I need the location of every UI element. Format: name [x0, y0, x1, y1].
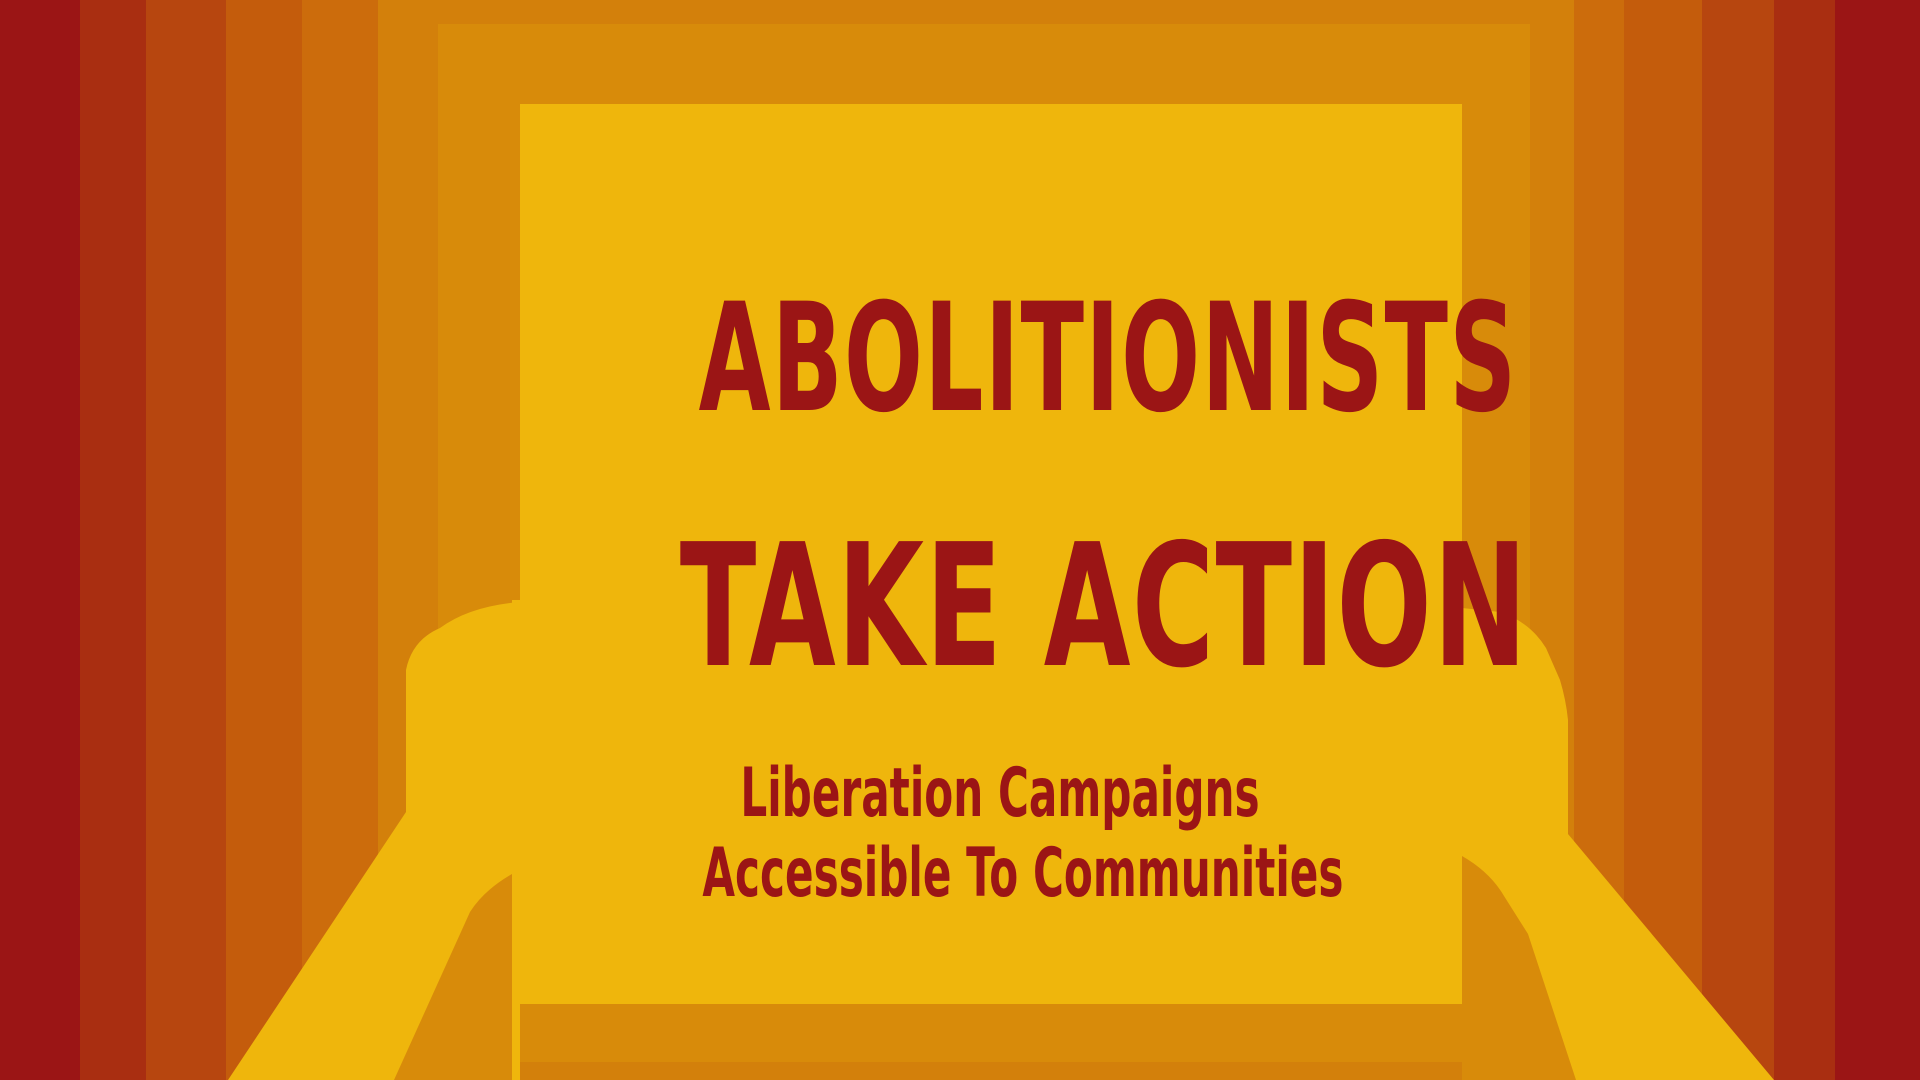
poster-canvas: ABOLITIONISTS TAKE ACTION Liberation Cam… [0, 0, 1920, 1080]
subtitle-line-2: Accessible To Communities [702, 834, 1344, 913]
headline-line-2: TAKE ACTION [679, 508, 1529, 706]
subtitle-line-1: Liberation Campaigns [740, 754, 1260, 833]
headline-line-1: ABOLITIONISTS [698, 272, 1518, 446]
